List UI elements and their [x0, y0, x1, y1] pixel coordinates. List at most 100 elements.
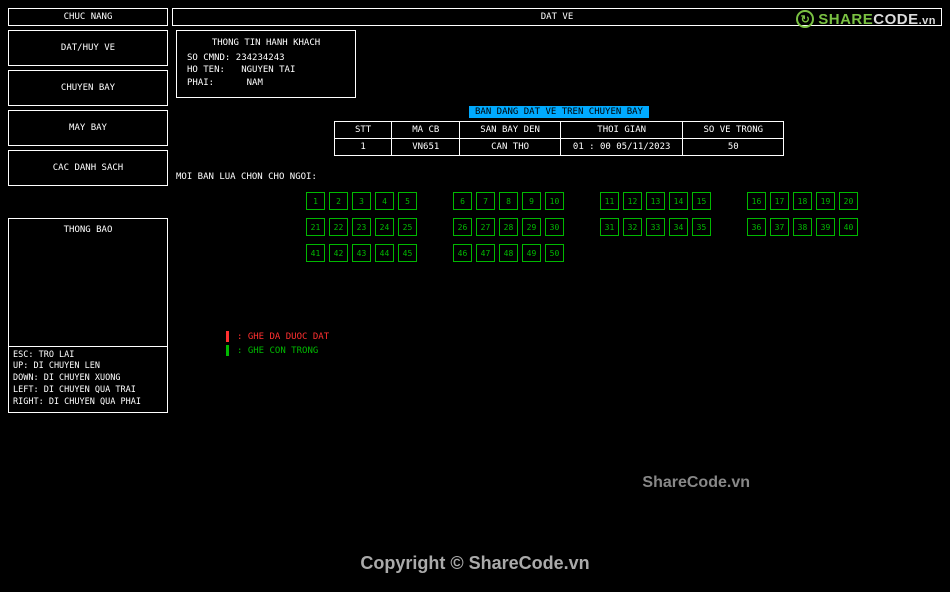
seat-34[interactable]: 34	[669, 218, 688, 236]
seat-35[interactable]: 35	[692, 218, 711, 236]
chuc-nang-header: CHUC NANG	[8, 8, 168, 26]
seat-36[interactable]: 36	[747, 218, 766, 236]
key-up: UP: DI CHUYEN LEN	[13, 361, 163, 373]
legend-swatch-booked-icon	[226, 331, 229, 342]
menu-may-bay[interactable]: MAY BAY	[8, 110, 168, 146]
phai-value: NAM	[247, 78, 263, 88]
thong-bao-title: THONG BAO	[9, 219, 167, 235]
seat-group: 2627282930	[453, 218, 564, 236]
flight-table: STT MA CB SAN BAY DEN THOI GIAN SO VE TR…	[334, 121, 784, 156]
seat-grid: 1234567891011121314151617181920212223242…	[306, 192, 942, 262]
seat-row: 1234567891011121314151617181920	[306, 192, 942, 210]
seat-11[interactable]: 11	[600, 192, 619, 210]
seat-12[interactable]: 12	[623, 192, 642, 210]
seat-14[interactable]: 14	[669, 192, 688, 210]
menu-cac-danh-sach[interactable]: CAC DANH SACH	[8, 150, 168, 186]
seat-31[interactable]: 31	[600, 218, 619, 236]
seat-46[interactable]: 46	[453, 244, 472, 262]
seat-10[interactable]: 10	[545, 192, 564, 210]
menu-dat-huy-ve[interactable]: DAT/HUY VE	[8, 30, 168, 66]
seat-3[interactable]: 3	[352, 192, 371, 210]
td-so-ve-trong: 50	[683, 139, 784, 156]
flight-row[interactable]: 1 VN651 CAN THO 01 : 00 05/11/2023 50	[334, 139, 783, 156]
seat-50[interactable]: 50	[545, 244, 564, 262]
menu-chuyen-bay[interactable]: CHUYEN BAY	[8, 70, 168, 106]
help-keys: ESC: TRO LAI UP: DI CHUYEN LEN DOWN: DI …	[9, 346, 167, 412]
watermark-bottom: Copyright © ShareCode.vn	[0, 553, 950, 574]
watermark-brand-green: SHARE	[818, 11, 873, 28]
seat-39[interactable]: 39	[816, 218, 835, 236]
thong-bao-panel: THONG BAO ESC: TRO LAI UP: DI CHUYEN LEN…	[8, 218, 168, 413]
seat-9[interactable]: 9	[522, 192, 541, 210]
seat-group: 678910	[453, 192, 564, 210]
seat-4[interactable]: 4	[375, 192, 394, 210]
seat-group: 1617181920	[747, 192, 858, 210]
td-thoi-gian: 01 : 00 05/11/2023	[560, 139, 683, 156]
banner: BAN DANG DAT VE TREN CHUYEN BAY	[176, 106, 942, 117]
watermark-suffix: .vn	[919, 15, 936, 27]
seat-25[interactable]: 25	[398, 218, 417, 236]
seat-8[interactable]: 8	[499, 192, 518, 210]
seat-41[interactable]: 41	[306, 244, 325, 262]
seat-37[interactable]: 37	[770, 218, 789, 236]
th-stt: STT	[334, 122, 391, 139]
td-san-bay-den: CAN THO	[460, 139, 561, 156]
seat-row: 2122232425 2627282930 3132333435 3637383940	[306, 218, 942, 236]
seat-7[interactable]: 7	[476, 192, 495, 210]
seat-38[interactable]: 38	[793, 218, 812, 236]
seat-28[interactable]: 28	[499, 218, 518, 236]
seat-group: 3132333435	[600, 218, 711, 236]
so-cmnd-value: 234234243	[236, 53, 285, 63]
seat-44[interactable]: 44	[375, 244, 394, 262]
seat-5[interactable]: 5	[398, 192, 417, 210]
td-stt: 1	[334, 139, 391, 156]
seat-19[interactable]: 19	[816, 192, 835, 210]
seat-43[interactable]: 43	[352, 244, 371, 262]
seat-2[interactable]: 2	[329, 192, 348, 210]
so-cmnd-label: SO CMND:	[187, 53, 230, 63]
seat-group: 1112131415	[600, 192, 711, 210]
seat-48[interactable]: 48	[499, 244, 518, 262]
seat-49[interactable]: 49	[522, 244, 541, 262]
seat-group: 4647484950	[453, 244, 564, 262]
seat-27[interactable]: 27	[476, 218, 495, 236]
seat-32[interactable]: 32	[623, 218, 642, 236]
seat-42[interactable]: 42	[329, 244, 348, 262]
td-ma-cb: VN651	[392, 139, 460, 156]
seat-24[interactable]: 24	[375, 218, 394, 236]
seat-17[interactable]: 17	[770, 192, 789, 210]
ho-ten-value: NGUYEN TAI	[241, 65, 295, 75]
seat-16[interactable]: 16	[747, 192, 766, 210]
seat-40[interactable]: 40	[839, 218, 858, 236]
seat-33[interactable]: 33	[646, 218, 665, 236]
legend: : GHE DA DUOC DAT : GHE CON TRONG	[226, 331, 329, 358]
seat-group: 3637383940	[747, 218, 858, 236]
seat-group: 4142434445	[306, 244, 417, 262]
seat-21[interactable]: 21	[306, 218, 325, 236]
seat-47[interactable]: 47	[476, 244, 495, 262]
legend-booked: : GHE DA DUOC DAT	[237, 332, 329, 342]
seat-22[interactable]: 22	[329, 218, 348, 236]
seat-20[interactable]: 20	[839, 192, 858, 210]
passenger-info: THONG TIN HANH KHACH SO CMND: 234234243 …	[176, 30, 356, 98]
seat-30[interactable]: 30	[545, 218, 564, 236]
key-right: RIGHT: DI CHUYEN QUA PHAI	[13, 397, 163, 409]
seat-15[interactable]: 15	[692, 192, 711, 210]
seat-26[interactable]: 26	[453, 218, 472, 236]
seat-29[interactable]: 29	[522, 218, 541, 236]
seat-1[interactable]: 1	[306, 192, 325, 210]
seat-45[interactable]: 45	[398, 244, 417, 262]
seat-23[interactable]: 23	[352, 218, 371, 236]
key-down: DOWN: DI CHUYEN XUONG	[13, 373, 163, 385]
seat-row: 4142434445 4647484950	[306, 244, 942, 262]
th-thoi-gian: THOI GIAN	[560, 122, 683, 139]
legend-free: : GHE CON TRONG	[237, 346, 318, 356]
th-ma-cb: MA CB	[392, 122, 460, 139]
main-content: THONG TIN HANH KHACH SO CMND: 234234243 …	[176, 30, 942, 413]
choose-seat-label: MOI BAN LUA CHON CHO NGOI:	[176, 172, 942, 182]
seat-13[interactable]: 13	[646, 192, 665, 210]
seat-6[interactable]: 6	[453, 192, 472, 210]
ho-ten-label: HO TEN:	[187, 65, 225, 75]
watermark-mid: ShareCode.vn	[642, 474, 750, 492]
seat-18[interactable]: 18	[793, 192, 812, 210]
